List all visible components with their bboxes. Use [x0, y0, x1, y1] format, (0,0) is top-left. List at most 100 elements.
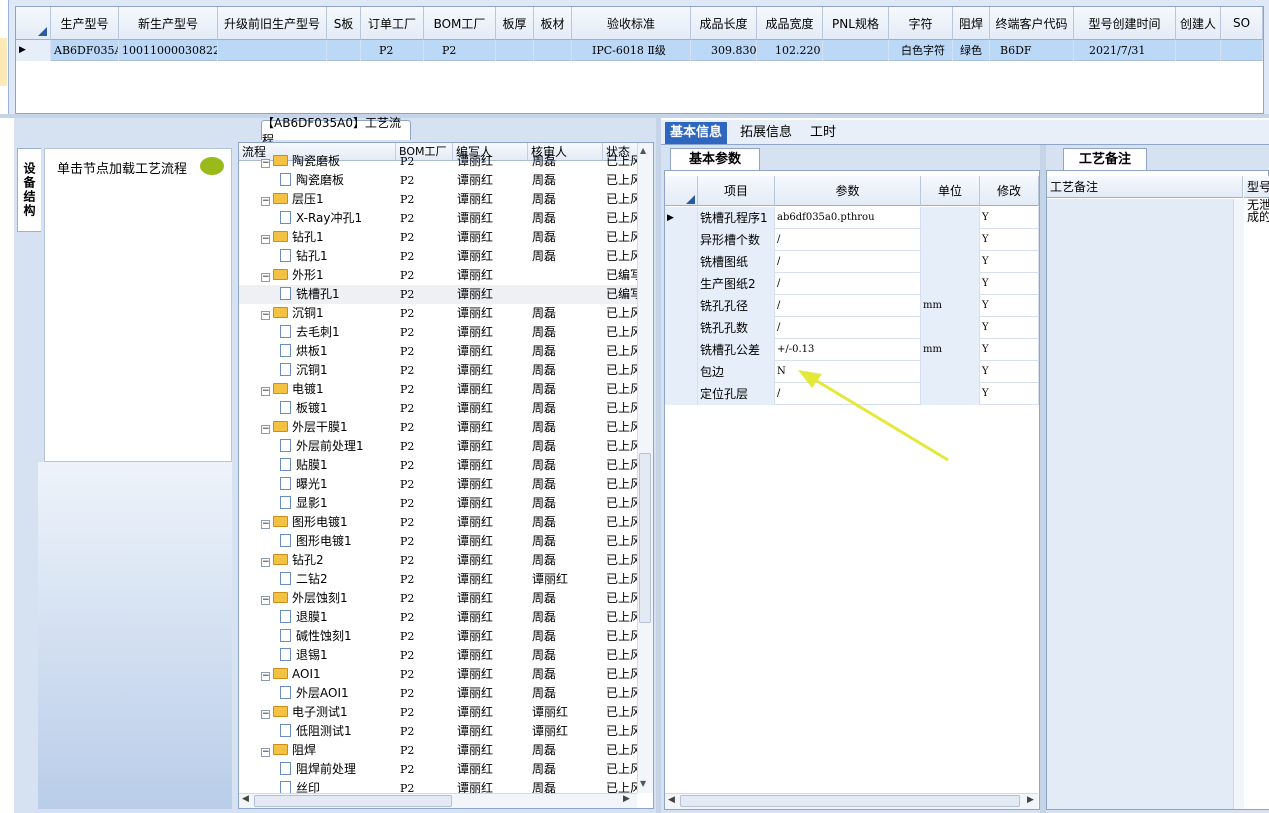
tree-row[interactable]: 板镀1 P2 谭丽红 周磊 已上风: [239, 399, 639, 418]
tree-cell-bom[interactable]: P2: [400, 342, 450, 361]
collapse-toggle-icon[interactable]: −: [261, 235, 270, 244]
tree-row[interactable]: 阻焊前处理 P2 谭丽红 周磊 已上风: [239, 760, 639, 779]
tree-row[interactable]: 低阻测试1 P2 谭丽红 谭丽红 已上风: [239, 722, 639, 741]
tree-cell-status[interactable]: 已上风: [606, 589, 639, 608]
collapse-toggle-icon[interactable]: −: [261, 558, 270, 567]
cell-standard[interactable]: IPC-6018 Ⅱ级: [572, 40, 691, 61]
tree-node[interactable]: − 钻孔2: [261, 551, 394, 570]
tree-cell-status[interactable]: 已上风: [606, 304, 639, 323]
tree-cell-reviewer[interactable]: 周磊: [532, 475, 602, 494]
param-cell-unit[interactable]: [921, 251, 980, 273]
tree-cell-writer[interactable]: 谭丽红: [457, 551, 527, 570]
tree-row[interactable]: 退锡1 P2 谭丽红 周磊 已上风: [239, 646, 639, 665]
tree-row[interactable]: X-Ray冲孔1 P2 谭丽红 周磊 已上风: [239, 209, 639, 228]
tree-row[interactable]: − 陶瓷磨板 P2 谭丽红 周磊 已上风: [239, 152, 639, 171]
cell-order-factory[interactable]: P2: [361, 40, 424, 61]
tree-cell-status[interactable]: 已上风: [606, 684, 639, 703]
tree-cell-status[interactable]: 已上风: [606, 456, 639, 475]
tree-cell-reviewer[interactable]: 周磊: [532, 494, 602, 513]
tree-node[interactable]: − 电镀1: [261, 380, 394, 399]
tree-cell-status[interactable]: 已上风: [606, 627, 639, 646]
tree-cell-status[interactable]: 已上风: [606, 437, 639, 456]
param-row[interactable]: 异形槽个数 / Y: [665, 229, 1039, 251]
param-cell-item[interactable]: 铣槽孔程序1: [698, 207, 775, 229]
tree-cell-bom[interactable]: P2: [400, 437, 450, 456]
col-header-param[interactable]: 参数: [775, 176, 921, 206]
tree-cell-status[interactable]: 已上风: [606, 418, 639, 437]
tree-row[interactable]: 陶瓷磨板 P2 谭丽红 周磊 已上风: [239, 171, 639, 190]
tree-node[interactable]: 退膜1: [280, 608, 394, 627]
tree-row[interactable]: 钻孔1 P2 谭丽红 周磊 已上风: [239, 247, 639, 266]
tree-row[interactable]: 外层前处理1 P2 谭丽红 周磊 已上风: [239, 437, 639, 456]
tree-cell-writer[interactable]: 谭丽红: [457, 152, 527, 171]
tree-cell-reviewer[interactable]: 周磊: [532, 532, 602, 551]
tree-cell-bom[interactable]: P2: [400, 741, 450, 760]
collapse-toggle-icon[interactable]: −: [261, 311, 270, 320]
tree-cell-reviewer[interactable]: [532, 266, 602, 285]
tree-cell-status[interactable]: 已上风: [606, 703, 639, 722]
tree-cell-reviewer[interactable]: 周磊: [532, 665, 602, 684]
tree-cell-writer[interactable]: 谭丽红: [457, 304, 527, 323]
collapse-toggle-icon[interactable]: −: [261, 387, 270, 396]
tree-cell-status[interactable]: 已上风: [606, 152, 639, 171]
tree-row[interactable]: 退膜1 P2 谭丽红 周磊 已上风: [239, 608, 639, 627]
tree-cell-bom[interactable]: P2: [400, 209, 450, 228]
tree-node[interactable]: 沉铜1: [280, 361, 394, 380]
tab-basic-info[interactable]: 基本信息: [665, 122, 727, 144]
col-header[interactable]: 板厚: [496, 7, 534, 40]
tree-cell-reviewer[interactable]: 周磊: [532, 361, 602, 380]
tree-cell-reviewer[interactable]: 周磊: [532, 608, 602, 627]
tree-cell-writer[interactable]: 谭丽红: [457, 722, 527, 741]
tree-cell-status[interactable]: 已上风: [606, 209, 639, 228]
tree-cell-status[interactable]: 已上风: [606, 475, 639, 494]
tree-row[interactable]: − 图形电镀1 P2 谭丽红 周磊 已上风: [239, 513, 639, 532]
tree-cell-reviewer[interactable]: 周磊: [532, 741, 602, 760]
tree-cell-bom[interactable]: P2: [400, 513, 450, 532]
tree-cell-reviewer[interactable]: 周磊: [532, 627, 602, 646]
param-cell-edit[interactable]: Y: [980, 273, 1039, 295]
tree-cell-status[interactable]: 已上风: [606, 532, 639, 551]
tree-cell-status[interactable]: 已上风: [606, 608, 639, 627]
tree-cell-writer[interactable]: 谭丽红: [457, 532, 527, 551]
tree-row[interactable]: − 沉铜1 P2 谭丽红 周磊 已上风: [239, 304, 639, 323]
param-cell-value[interactable]: /: [775, 229, 921, 251]
tree-cell-bom[interactable]: P2: [400, 722, 450, 741]
tree-cell-reviewer[interactable]: 周磊: [532, 684, 602, 703]
cell-created-time[interactable]: 2021/7/31: [1074, 40, 1176, 61]
tree-cell-writer[interactable]: 谭丽红: [457, 627, 527, 646]
tree-cell-status[interactable]: 已上风: [606, 513, 639, 532]
tree-node[interactable]: 钻孔1: [280, 247, 394, 266]
tree-cell-status[interactable]: 已上风: [606, 570, 639, 589]
vertical-splitter[interactable]: [1040, 145, 1046, 813]
param-row[interactable]: 生产图纸2/ Y: [665, 273, 1039, 295]
param-cell-edit[interactable]: Y: [980, 207, 1039, 229]
col-header[interactable]: 成品长度: [691, 7, 757, 40]
param-cell-item[interactable]: 铣槽图纸: [698, 251, 775, 273]
param-cell-value[interactable]: /: [775, 295, 921, 317]
tree-cell-writer[interactable]: 谭丽红: [457, 342, 527, 361]
tree-cell-writer[interactable]: 谭丽红: [457, 513, 527, 532]
param-cell-unit[interactable]: mm: [921, 339, 980, 361]
col-header-item[interactable]: 项目: [698, 176, 775, 206]
tree-cell-bom[interactable]: P2: [400, 380, 450, 399]
tree-cell-bom[interactable]: P2: [400, 703, 450, 722]
tree-hscroll-thumb[interactable]: [254, 795, 452, 807]
tree-cell-writer[interactable]: 谭丽红: [457, 399, 527, 418]
tree-cell-writer[interactable]: 谭丽红: [457, 570, 527, 589]
tree-cell-bom[interactable]: P2: [400, 418, 450, 437]
tree-cell-status[interactable]: 已上风: [606, 323, 639, 342]
tree-cell-status[interactable]: 已上风: [606, 171, 639, 190]
tree-cell-reviewer[interactable]: 谭丽红: [532, 703, 602, 722]
tree-cell-writer[interactable]: 谭丽红: [457, 703, 527, 722]
tree-cell-reviewer[interactable]: 周磊: [532, 399, 602, 418]
cell-pnl[interactable]: [823, 40, 889, 61]
param-cell-item[interactable]: 生产图纸2: [698, 273, 775, 295]
scroll-down-icon[interactable]: ▼: [640, 779, 646, 788]
scroll-right-icon[interactable]: ▶: [623, 794, 630, 804]
tree-row[interactable]: 图形电镀1 P2 谭丽红 周磊 已上风: [239, 532, 639, 551]
col-header-notes[interactable]: 工艺备注: [1047, 176, 1243, 198]
tree-cell-reviewer[interactable]: 周磊: [532, 247, 602, 266]
tree-cell-reviewer[interactable]: 周磊: [532, 646, 602, 665]
tree-cell-status[interactable]: 已上风: [606, 646, 639, 665]
cell-char[interactable]: 白色字符: [889, 40, 953, 61]
